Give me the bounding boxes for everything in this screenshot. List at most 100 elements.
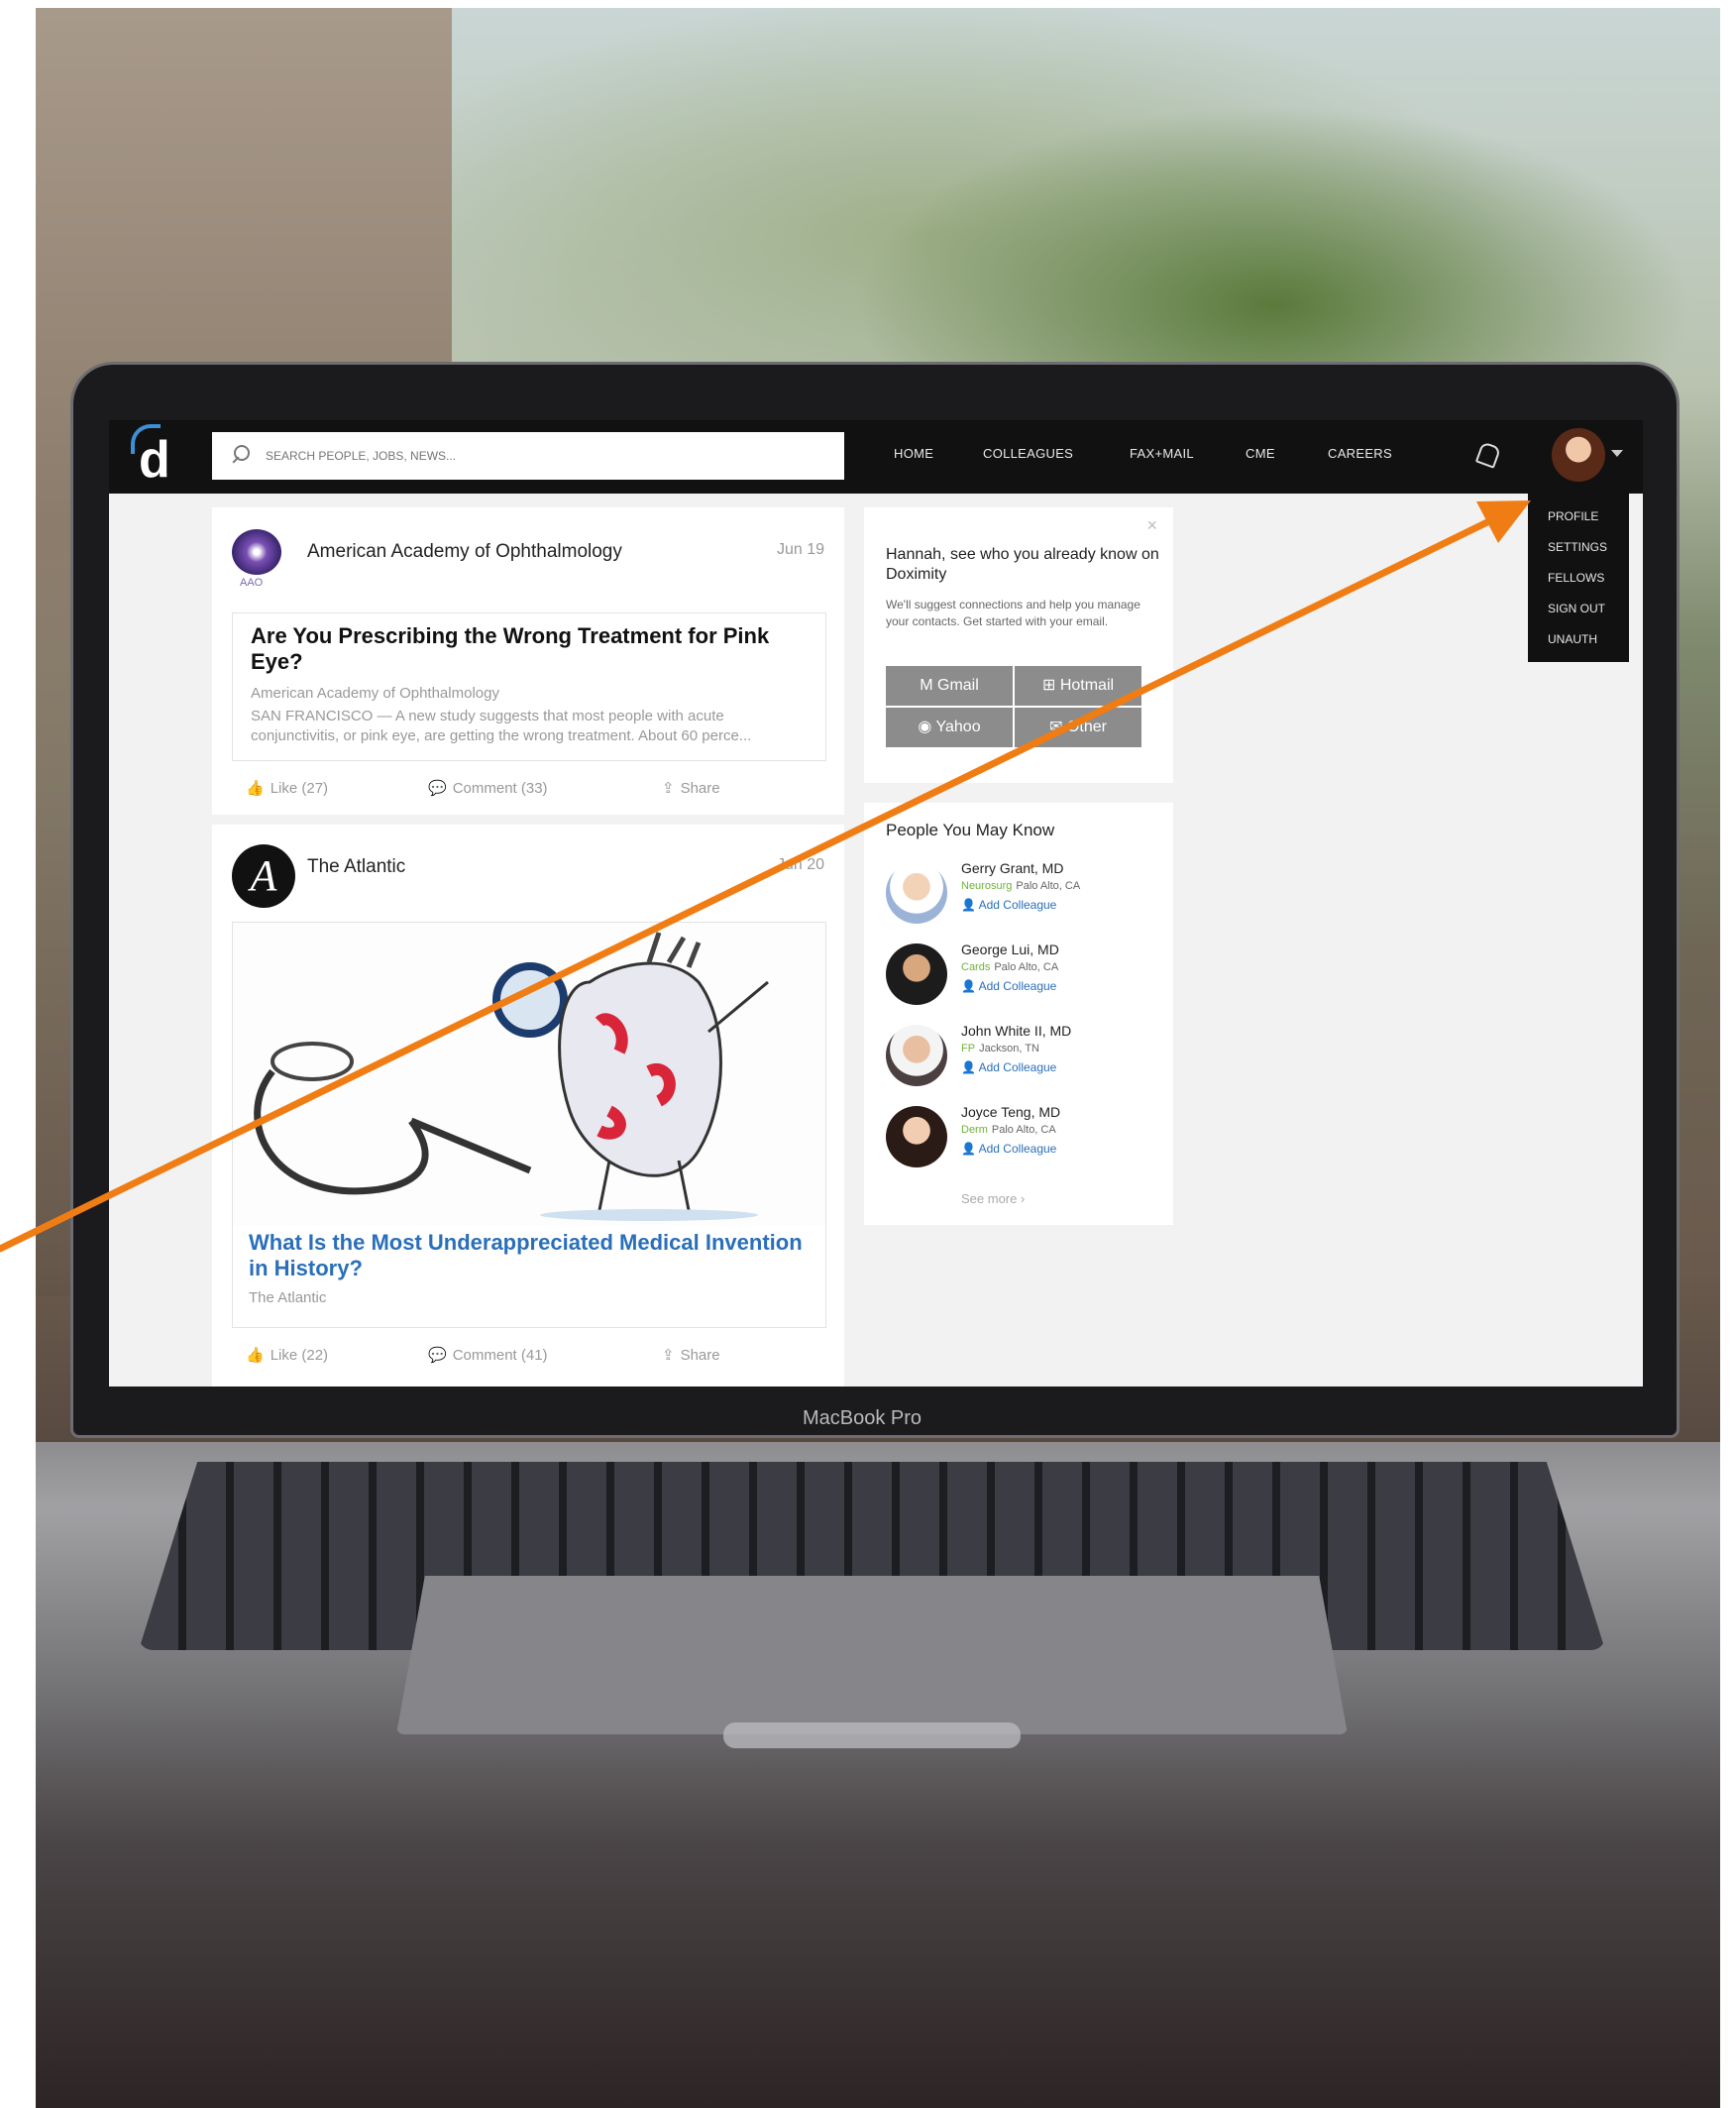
person-specialty: FP [961, 1043, 976, 1054]
feed-post: AAO American Academy of Ophthalmology Ju… [212, 507, 844, 815]
add-colleague-button[interactable]: 👤 Add Colleague [961, 1060, 1056, 1074]
like-button[interactable]: 👍 Like (22) [246, 1346, 328, 1364]
gmail-label: Gmail [937, 677, 979, 694]
post-date: Jun 20 [776, 856, 824, 873]
person-location: Palo Alto, CA [991, 1124, 1056, 1136]
like-label: Like (22) [270, 1347, 329, 1364]
other-email-button[interactable]: ✉ Other [1015, 708, 1141, 747]
list-item: Gerry Grant, MD Neurosurg Palo Alto, CA 👤… [886, 858, 1163, 930]
post-source[interactable]: The Atlantic [307, 856, 405, 878]
the-atlantic-logo: A [232, 844, 295, 908]
see-more-link[interactable]: See more › [961, 1191, 1025, 1206]
list-item: John White II, MD FP Jackson, TN 👤 Add Co… [886, 1021, 1163, 1092]
article-preview[interactable]: Are You Prescribing the Wrong Treatment … [232, 612, 826, 761]
notifications-bell-icon[interactable] [1474, 441, 1502, 469]
share-label: Share [680, 1347, 720, 1364]
post-source[interactable]: American Academy of Ophthalmology [307, 541, 622, 563]
like-label: Like (27) [270, 780, 329, 797]
yahoo-button[interactable]: ◉ Yahoo [886, 708, 1013, 747]
user-dropdown-menu: PROFILE SETTINGS FELLOWS SIGN OUT UNAUTH [1528, 494, 1629, 662]
close-icon[interactable]: × [1146, 515, 1157, 536]
person-name[interactable]: Gerry Grant, MD [961, 860, 1063, 876]
post-date: Jun 19 [776, 541, 824, 558]
chevron-down-icon[interactable] [1611, 450, 1623, 457]
nav-cme[interactable]: CME [1246, 446, 1275, 461]
article-snippet: SAN FRANCISCO — A new study suggests tha… [251, 708, 752, 744]
envelope-icon: ✉ [1049, 719, 1067, 735]
search-icon [230, 445, 252, 467]
trackpad [396, 1576, 1348, 1734]
add-person-icon: 👤 [961, 1060, 979, 1074]
doximity-logo[interactable]: d [127, 424, 186, 489]
person-name[interactable]: George Lui, MD [961, 942, 1059, 957]
menu-settings[interactable]: SETTINGS [1548, 540, 1607, 554]
menu-unauth[interactable]: UNAUTH [1548, 632, 1597, 646]
comment-label: Comment (41) [452, 1347, 548, 1364]
avatar[interactable] [886, 943, 947, 1005]
menu-fellows[interactable]: FELLOWS [1548, 571, 1604, 585]
article-preview[interactable]: What Is the Most Underappreciated Medica… [232, 922, 826, 1328]
person-specialty: Cards [961, 961, 991, 973]
avatar[interactable] [886, 1106, 947, 1167]
nav-careers[interactable]: CAREERS [1328, 446, 1392, 461]
comment-button[interactable]: 💬 Comment (33) [428, 779, 548, 797]
menu-profile[interactable]: PROFILE [1548, 509, 1598, 523]
app-screen: d HOME COLLEAGUES FAX+MAIL CME CAREERS P… [109, 420, 1643, 1387]
menu-sign-out[interactable]: SIGN OUT [1548, 602, 1605, 615]
person-name[interactable]: Joyce Teng, MD [961, 1104, 1060, 1120]
like-button[interactable]: 👍 Like (27) [246, 779, 328, 797]
person-meta: Neurosurg Palo Alto, CA [961, 880, 1080, 892]
thumbs-up-icon: 👍 [246, 1347, 265, 1364]
add-colleague-label: Add Colleague [978, 898, 1057, 912]
comment-button[interactable]: 💬 Comment (41) [428, 1346, 548, 1364]
nav-fax-mail[interactable]: FAX+MAIL [1130, 446, 1194, 461]
other-label: Other [1066, 719, 1107, 735]
aao-logo [232, 529, 281, 575]
avatar[interactable] [886, 1025, 947, 1086]
person-name[interactable]: John White II, MD [961, 1023, 1071, 1039]
comment-icon: 💬 [428, 780, 447, 797]
feed-post: A The Atlantic Jun 20 What Is the Most U… [212, 825, 844, 1387]
search-bar[interactable] [212, 432, 844, 480]
user-avatar[interactable] [1552, 428, 1605, 482]
person-meta: FP Jackson, TN [961, 1043, 1039, 1054]
article-title[interactable]: Are You Prescribing the Wrong Treatment … [251, 623, 806, 675]
person-meta: Derm Palo Alto, CA [961, 1124, 1056, 1136]
heart-stethoscope-illustration [233, 923, 825, 1226]
person-location: Palo Alto, CA [994, 961, 1059, 973]
add-person-icon: 👤 [961, 1142, 979, 1156]
share-button[interactable]: ⇪ Share [662, 1346, 720, 1364]
nav-home[interactable]: HOME [894, 446, 933, 461]
lid-notch [723, 1722, 1021, 1748]
person-location: Jackson, TN [979, 1043, 1039, 1054]
gmail-button[interactable]: M Gmail [886, 666, 1013, 706]
add-colleague-button[interactable]: 👤 Add Colleague [961, 1142, 1056, 1156]
add-person-icon: 👤 [961, 979, 979, 993]
top-navigation-bar: d HOME COLLEAGUES FAX+MAIL CME CAREERS [109, 420, 1643, 494]
add-colleague-button[interactable]: 👤 Add Colleague [961, 898, 1056, 912]
share-label: Share [680, 780, 720, 797]
hotmail-label: Hotmail [1059, 677, 1115, 694]
search-input[interactable] [264, 448, 822, 464]
share-button[interactable]: ⇪ Share [662, 779, 720, 797]
person-specialty: Neurosurg [961, 880, 1013, 892]
add-person-icon: 👤 [961, 898, 979, 912]
source-abbr: AAO [240, 577, 264, 589]
article-title[interactable]: What Is the Most Underappreciated Medica… [249, 1230, 814, 1281]
share-icon: ⇪ [662, 780, 675, 797]
laptop-label: MacBook Pro [802, 1407, 922, 1429]
comment-icon: 💬 [428, 1347, 447, 1364]
add-colleague-label: Add Colleague [978, 979, 1057, 993]
pymk-title: People You May Know [886, 821, 1055, 839]
person-meta: Cards Palo Alto, CA [961, 961, 1058, 973]
avatar[interactable] [886, 862, 947, 924]
thumbs-up-icon: 👍 [246, 780, 265, 797]
person-location: Palo Alto, CA [1016, 880, 1081, 892]
connect-title: Hannah, see who you already know on Doxi… [886, 546, 1159, 583]
nav-colleagues[interactable]: COLLEAGUES [983, 446, 1073, 461]
windows-icon: ⊞ [1041, 677, 1060, 694]
person-specialty: Derm [961, 1124, 988, 1136]
yahoo-label: Yahoo [935, 719, 981, 735]
hotmail-button[interactable]: ⊞ Hotmail [1015, 666, 1141, 706]
add-colleague-button[interactable]: 👤 Add Colleague [961, 979, 1056, 993]
